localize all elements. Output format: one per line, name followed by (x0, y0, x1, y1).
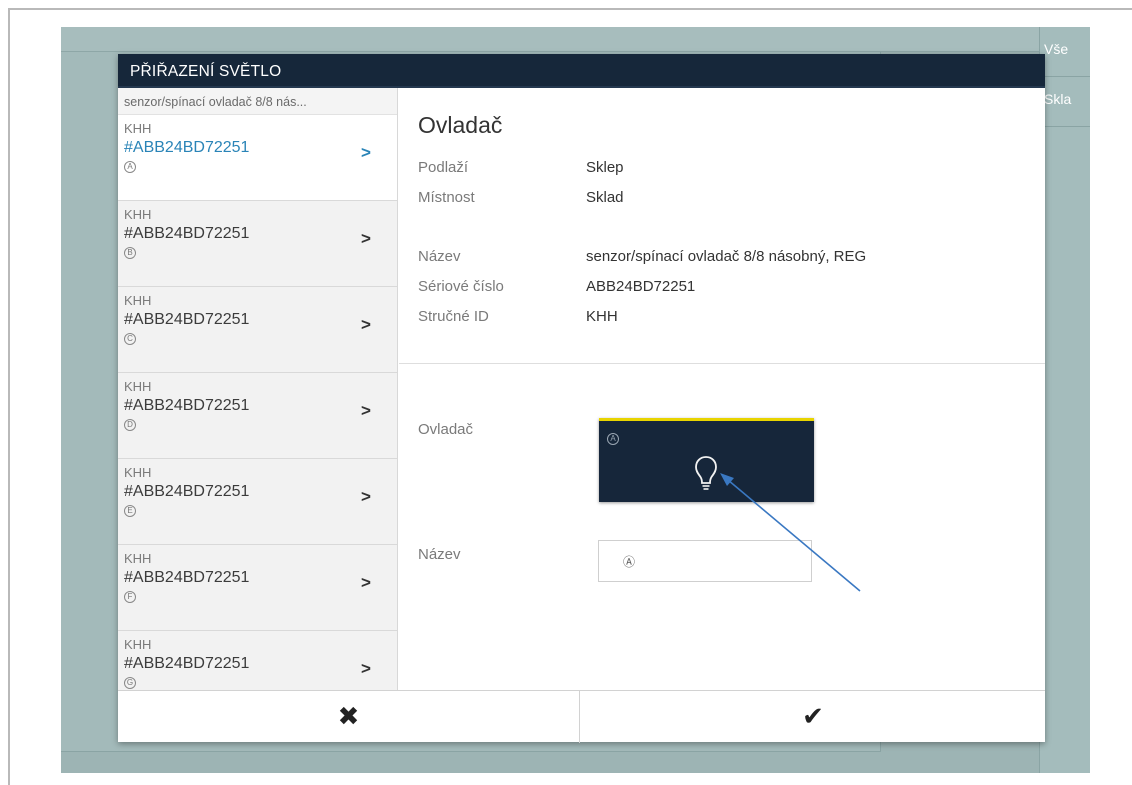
channel-short-id: KHH (124, 551, 152, 566)
chevron-right-icon[interactable]: > (361, 143, 371, 163)
channel-serial: #ABB24BD72251 (124, 139, 250, 156)
device-name-label: Název (418, 248, 461, 265)
floor-label: Podlaží (418, 159, 469, 176)
background-header-bar (61, 27, 1039, 52)
chevron-right-icon[interactable]: > (361, 659, 371, 679)
channel-short-id: KHH (124, 379, 152, 394)
channel-short-id: KHH (124, 121, 152, 136)
channel-serial: #ABB24BD72251 (124, 655, 250, 672)
channel-serial: #ABB24BD72251 (124, 397, 250, 414)
channel-list-item[interactable]: KHH #ABB24BD72251 F > (118, 545, 397, 631)
close-icon: ✖ (337, 701, 360, 731)
channel-list-item[interactable]: KHH #ABB24BD72251 A > (118, 115, 397, 201)
checkmark-icon: ✔ (802, 701, 824, 731)
confirm-button[interactable]: ✔ (581, 691, 1045, 743)
dialog-footer: ✖ ✔ (118, 690, 1045, 743)
chevron-right-icon[interactable]: > (361, 229, 371, 249)
tile-name-input[interactable]: Ⓐ (598, 540, 812, 582)
channel-short-id: KHH (124, 207, 152, 222)
channel-list-item[interactable]: KHH #ABB24BD72251 E > (118, 459, 397, 545)
light-control-tile[interactable]: A (599, 418, 814, 502)
chevron-right-icon[interactable]: > (361, 573, 371, 593)
channel-serial: #ABB24BD72251 (124, 569, 250, 586)
channel-badge-icon: F (124, 591, 136, 603)
channel-short-id: KHH (124, 637, 152, 652)
details-title: Ovladač (418, 112, 503, 138)
channel-short-id: KHH (124, 293, 152, 308)
background-panel-item-all[interactable]: Vše (1040, 27, 1090, 77)
short-id-label: Stručné ID (418, 308, 489, 325)
background-panel-item-storage[interactable]: Skla (1040, 77, 1090, 127)
light-bulb-icon (695, 456, 717, 490)
channel-badge-icon: A (124, 161, 136, 173)
details-divider (399, 363, 1045, 364)
chevron-right-icon[interactable]: > (361, 401, 371, 421)
channel-badge-icon: D (124, 419, 136, 431)
floor-value: Sklep (586, 159, 624, 176)
cancel-button[interactable]: ✖ (118, 691, 580, 743)
channel-list-item[interactable]: KHH #ABB24BD72251 D > (118, 373, 397, 459)
tile-name-label: Název (418, 546, 461, 563)
channel-badge-icon: B (124, 247, 136, 259)
device-list-header: senzor/spínací ovladač 8/8 nás... (118, 88, 397, 115)
short-id-value: KHH (586, 308, 618, 325)
channel-list-item[interactable]: KHH #ABB24BD72251 G > (118, 631, 397, 690)
serial-number-value: ABB24BD72251 (586, 278, 696, 295)
channel-badge-icon: G (124, 677, 136, 689)
chevron-right-icon[interactable]: > (361, 315, 371, 335)
room-value: Sklad (586, 189, 624, 206)
serial-number-label: Sériové číslo (418, 278, 504, 295)
channel-serial: #ABB24BD72251 (124, 483, 250, 500)
assign-light-dialog: PŘIŘAZENÍ SVĚTLO senzor/spínací ovladač … (118, 54, 1045, 743)
channel-badge-icon: C (124, 333, 136, 345)
dialog-title: PŘIŘAZENÍ SVĚTLO (118, 54, 1045, 88)
tile-badge-icon: A (607, 433, 619, 445)
room-label: Místnost (418, 189, 475, 206)
background-right-panel: Vše Skla (1039, 27, 1090, 773)
channel-list-item[interactable]: KHH #ABB24BD72251 C > (118, 287, 397, 373)
channel-short-id: KHH (124, 465, 152, 480)
channel-details: Ovladač Podlaží Sklep Místnost Sklad Náz… (399, 88, 1045, 690)
device-channel-list[interactable]: senzor/spínací ovladač 8/8 nás... KHH #A… (118, 88, 398, 690)
channel-serial: #ABB24BD72251 (124, 225, 250, 242)
control-label: Ovladač (418, 421, 474, 438)
device-name-value: senzor/spínací ovladač 8/8 násobný, REG (586, 248, 867, 265)
channel-serial: #ABB24BD72251 (124, 311, 250, 328)
channel-list-item[interactable]: KHH #ABB24BD72251 B > (118, 201, 397, 287)
chevron-right-icon[interactable]: > (361, 487, 371, 507)
channel-badge-icon: E (124, 505, 136, 517)
